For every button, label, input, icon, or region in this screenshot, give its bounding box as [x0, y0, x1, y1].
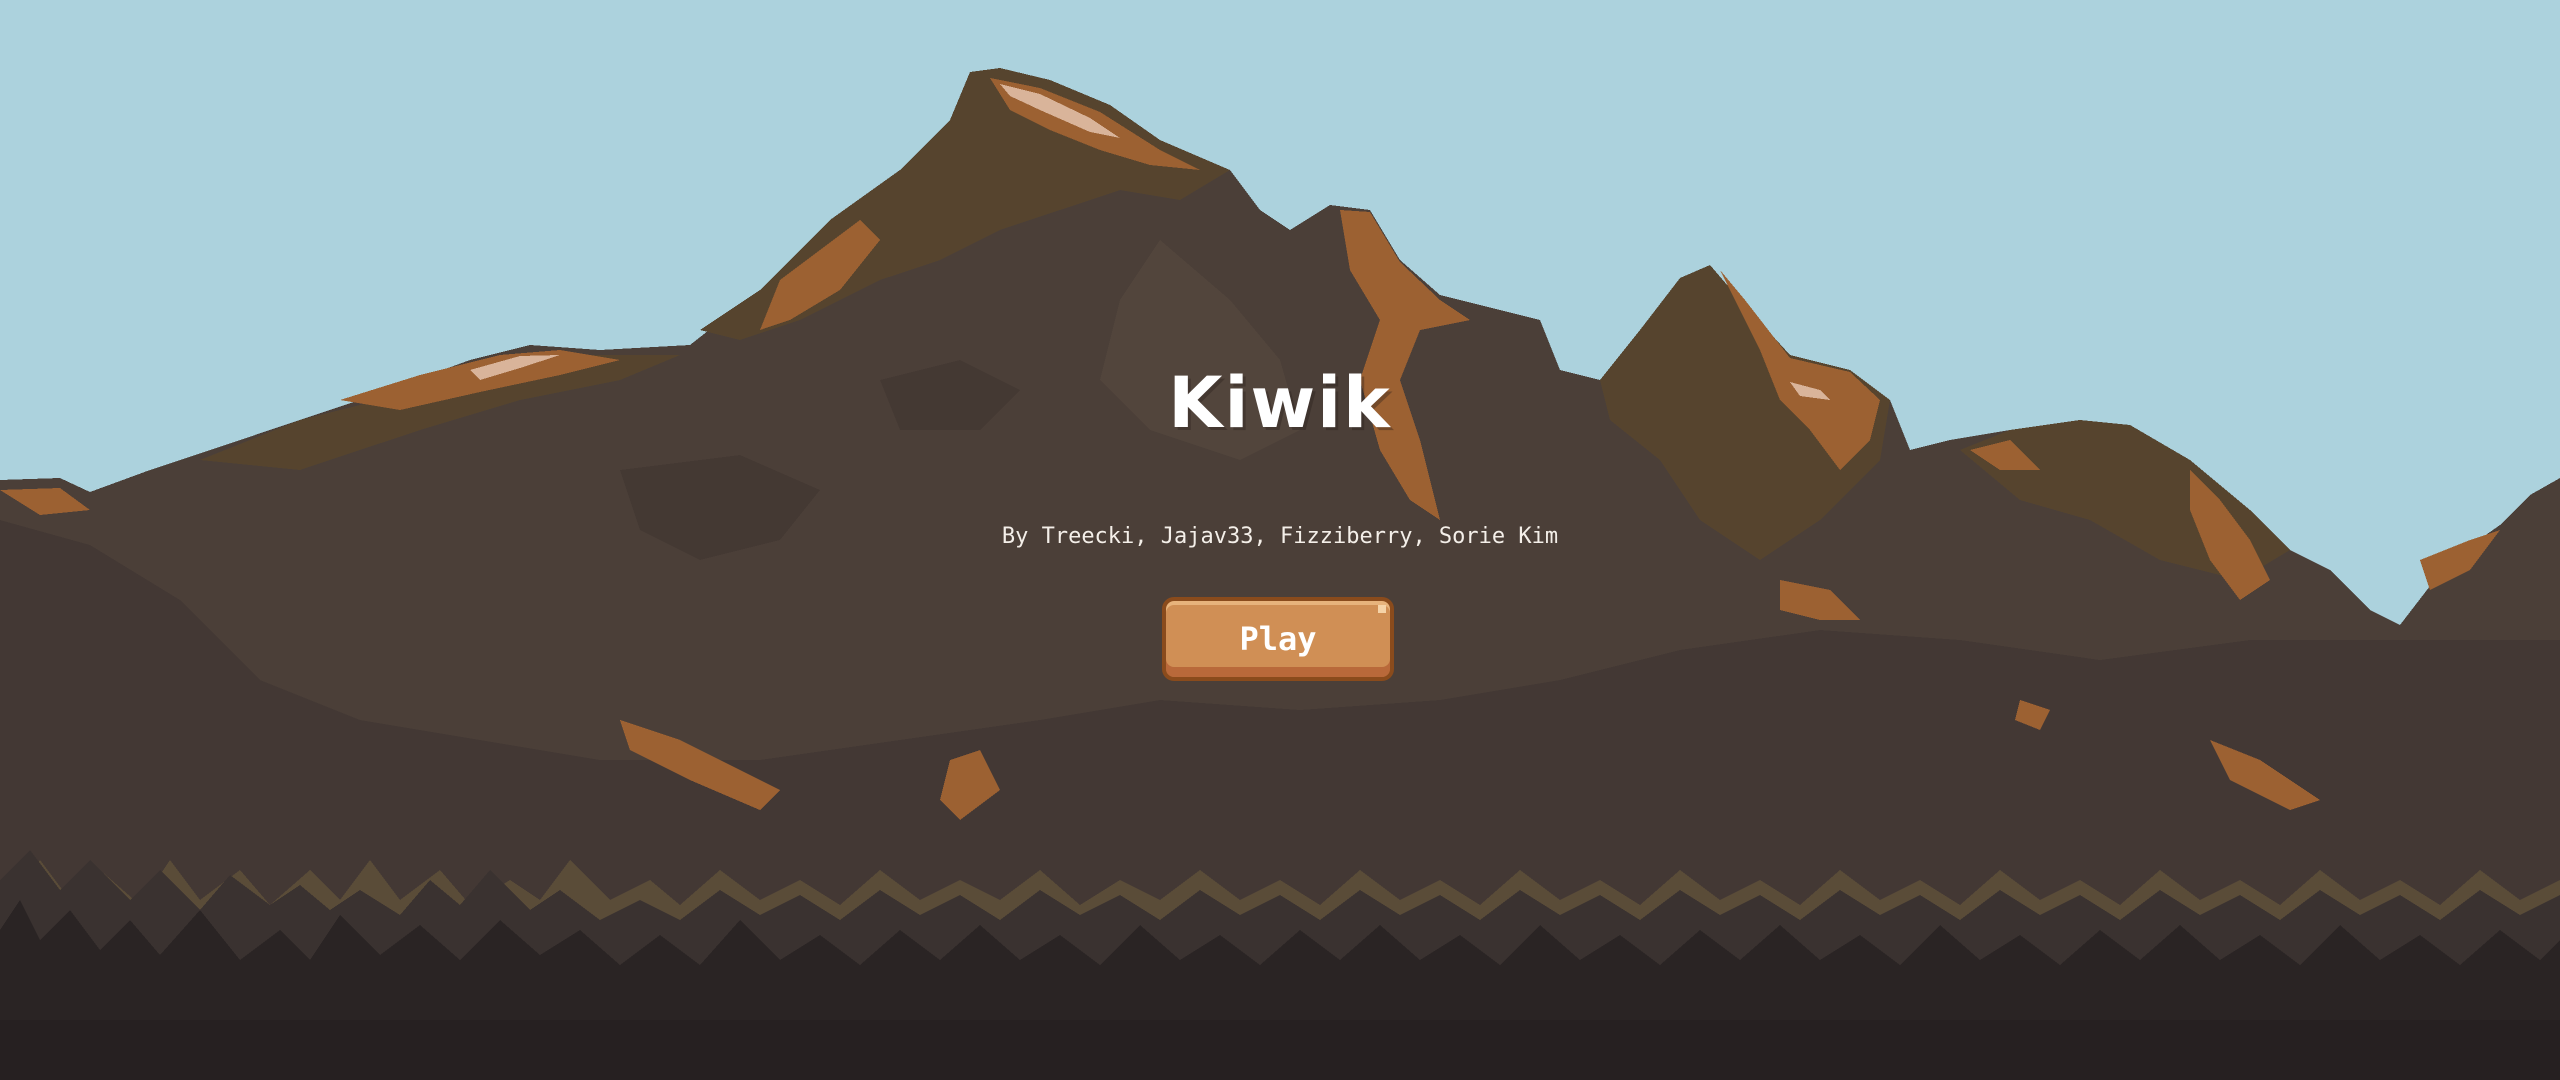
credits-text: By Treecki, Jajav33, Fizziberry, Sorie K…: [1001, 524, 1559, 549]
game-title: Kiwik: [1168, 362, 1392, 444]
main-menu: Kiwik By Treecki, Jajav33, Fizziberry, S…: [0, 0, 2560, 1080]
play-button[interactable]: Play: [1162, 597, 1394, 681]
